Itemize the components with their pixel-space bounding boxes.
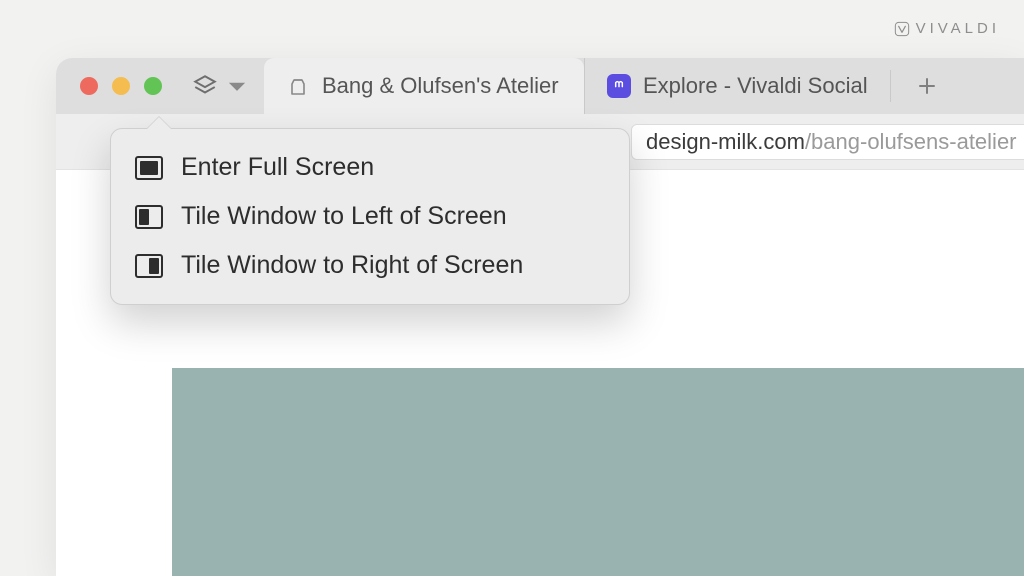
chevron-down-icon: [224, 73, 250, 99]
stack-icon: [192, 73, 218, 99]
tile-right-icon: [135, 254, 163, 278]
vivaldi-watermark: VIVALDI: [894, 20, 1000, 37]
tab-strip: Bang & Olufsen's Atelier Ed Explore - Vi…: [56, 58, 1024, 114]
address-host: design-milk.com: [646, 129, 805, 155]
menu-tile-left[interactable]: Tile Window to Left of Screen: [121, 192, 619, 241]
hero-image: [172, 368, 1024, 576]
tab-active[interactable]: Bang & Olufsen's Atelier Ed: [264, 58, 584, 114]
menu-item-label: Tile Window to Right of Screen: [181, 251, 523, 280]
mastodon-favicon-icon: [607, 74, 631, 98]
vivaldi-logo-icon: [894, 21, 910, 37]
menu-tile-right[interactable]: Tile Window to Right of Screen: [121, 241, 619, 290]
new-tab-button[interactable]: [891, 58, 963, 114]
traffic-lights: [56, 77, 190, 95]
window-fullscreen-menu: Enter Full Screen Tile Window to Left of…: [110, 128, 630, 305]
design-milk-favicon-icon: [286, 74, 310, 98]
close-window-button[interactable]: [80, 77, 98, 95]
watermark-label: VIVALDI: [916, 20, 1000, 37]
menu-item-label: Enter Full Screen: [181, 153, 374, 182]
tab-stack-button[interactable]: [190, 58, 264, 114]
plus-icon: [915, 74, 939, 98]
tab-title: Explore - Vivaldi Social: [643, 73, 868, 99]
address-path: /bang-olufsens-atelier: [805, 129, 1017, 155]
tile-left-icon: [135, 205, 163, 229]
fullscreen-window-button[interactable]: [144, 77, 162, 95]
fullscreen-icon: [135, 156, 163, 180]
address-bar[interactable]: design-milk.com/bang-olufsens-atelier: [631, 124, 1024, 160]
minimize-window-button[interactable]: [112, 77, 130, 95]
menu-item-label: Tile Window to Left of Screen: [181, 202, 507, 231]
tab-title: Bang & Olufsen's Atelier Ed: [322, 73, 562, 99]
tab-inactive[interactable]: Explore - Vivaldi Social: [584, 58, 890, 114]
menu-enter-full-screen[interactable]: Enter Full Screen: [121, 143, 619, 192]
